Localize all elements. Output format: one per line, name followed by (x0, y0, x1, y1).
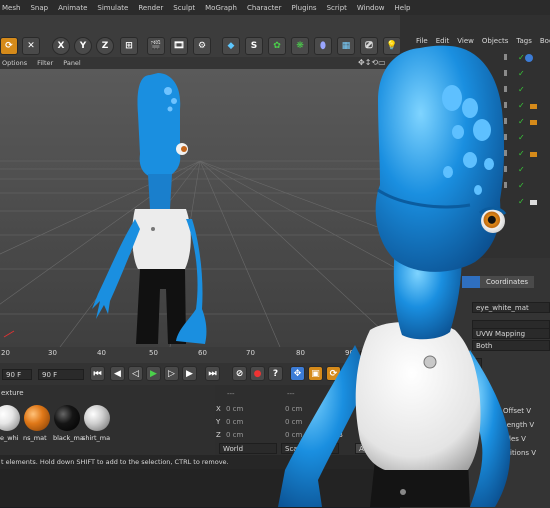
foreground-character (278, 45, 511, 507)
